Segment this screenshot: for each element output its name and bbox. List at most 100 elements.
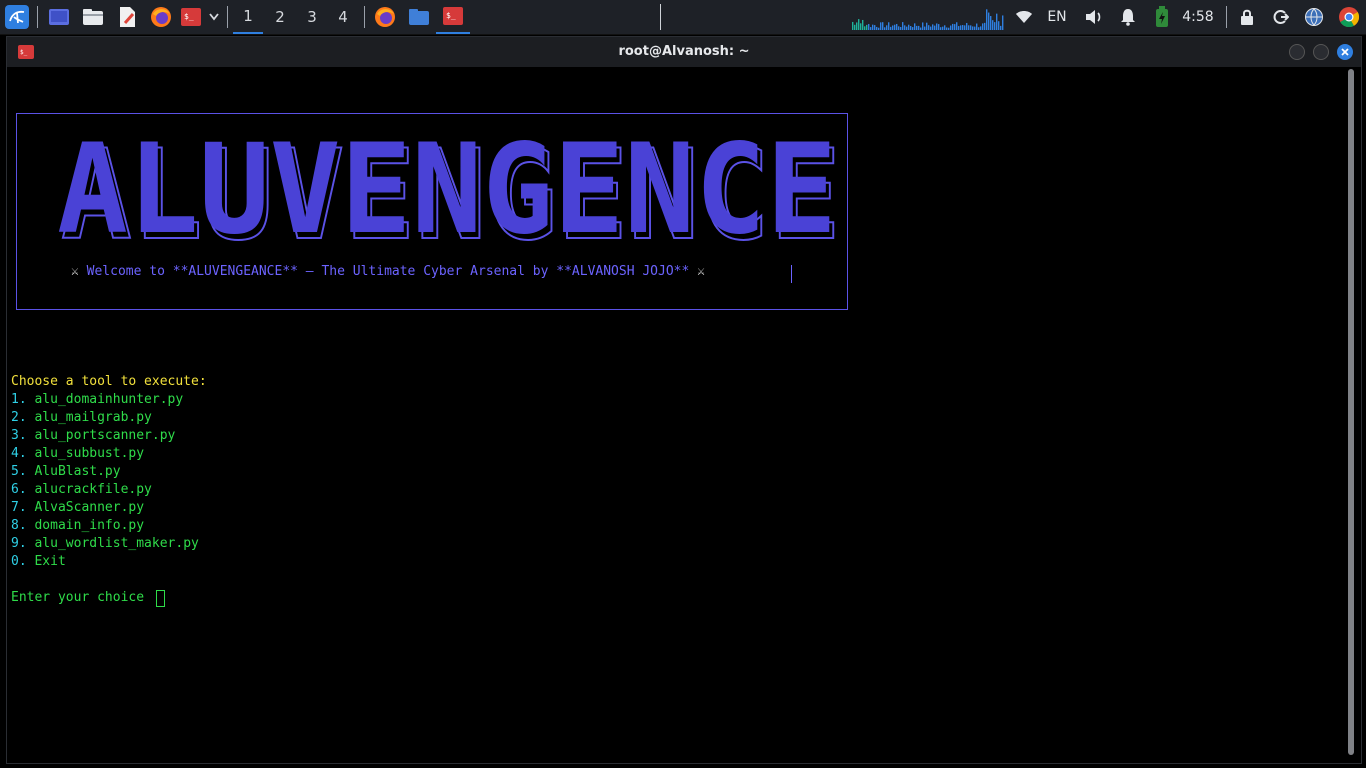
cpu-graph-bar (992, 20, 994, 30)
cpu-graph-bar (952, 23, 954, 30)
cpu-graph-bar (862, 19, 864, 30)
cpu-graph-bar (998, 21, 1000, 30)
terminal-icon: $_ (181, 8, 201, 26)
cpu-graph-bar (874, 25, 876, 30)
file-manager-launcher[interactable] (80, 0, 106, 34)
cpu-graph-bar (980, 26, 982, 30)
cpu-graph-bar (854, 24, 856, 30)
network-wifi-button[interactable] (1012, 0, 1036, 34)
chrome-icon (1339, 7, 1360, 28)
lock-screen-button[interactable] (1236, 0, 1258, 34)
battery-charging-icon (1156, 6, 1168, 27)
close-icon (1341, 48, 1349, 56)
volume-button[interactable] (1082, 0, 1106, 34)
input-prompt-label: Enter your choice (11, 590, 145, 605)
menu-item-number: 9. (11, 536, 27, 551)
cpu-graph-bar (972, 26, 974, 30)
battery-button[interactable] (1150, 0, 1174, 34)
menu-item-number: 2. (11, 410, 27, 425)
menu-item-number: 8. (11, 518, 27, 533)
cpu-graph-bar (994, 22, 996, 30)
clock[interactable]: 4:58 (1180, 0, 1216, 34)
cpu-graph-bar (884, 27, 886, 30)
cpu-graph-bar (978, 27, 980, 30)
maximize-button[interactable] (1313, 44, 1329, 60)
window-title: root@Alvanosh: ~ (618, 44, 750, 59)
menu-item-label: domain_info.py (34, 518, 145, 533)
task-file-manager[interactable] (406, 0, 432, 34)
cpu-graph-bar (974, 26, 976, 30)
cpu-graph-bar (946, 27, 948, 30)
terminal-scrollbar[interactable] (1348, 69, 1354, 755)
workspace-1[interactable]: 1 (233, 0, 263, 34)
cpu-graph-bar (924, 26, 926, 30)
cpu-graph-bar (888, 22, 890, 30)
menu-item[interactable]: 5. AluBlast.py (11, 463, 121, 481)
cpu-graph-bar (934, 25, 936, 30)
ascii-banner-art: ALUVENGENCE ALUVENGENCE (57, 118, 842, 269)
menu-prompt: Choose a tool to execute: (11, 374, 207, 389)
text-editor-launcher[interactable] (114, 0, 140, 34)
show-desktop-launcher[interactable] (46, 0, 72, 34)
folder-icon (83, 9, 103, 25)
terminal-cursor[interactable] (156, 590, 165, 607)
menu-item-number: 7. (11, 500, 27, 515)
lock-icon (1241, 9, 1253, 25)
task-terminal[interactable]: $_ (436, 0, 470, 34)
cpu-graph-bar (896, 23, 898, 30)
workspace-4[interactable]: 4 (328, 0, 358, 34)
menu-item[interactable]: 6. alucrackfile.py (11, 481, 152, 499)
cpu-graph-bar (912, 27, 914, 30)
taskbar-separator (227, 6, 228, 28)
cpu-graph-bar (984, 22, 986, 30)
kali-menu-button[interactable] (3, 0, 31, 34)
minimize-button[interactable] (1289, 44, 1305, 60)
cpu-graph-bar (914, 23, 916, 30)
terminal-launcher[interactable]: $_ (178, 0, 204, 34)
cpu-graph-bar (922, 22, 924, 30)
cpu-graph-bar (886, 25, 888, 30)
cpu-graph-bar (904, 25, 906, 30)
top-taskbar: $_ 1 2 3 4 $_ EN 4:58 (0, 0, 1366, 35)
menu-item[interactable]: 2. alu_mailgrab.py (11, 409, 152, 427)
cpu-graph-bar (930, 26, 932, 30)
firefox-icon (375, 7, 395, 27)
menu-item[interactable]: 1. alu_domainhunter.py (11, 391, 183, 409)
notifications-button[interactable] (1116, 0, 1140, 34)
cpu-graph-bar (976, 23, 978, 30)
browser-tray-button[interactable] (1302, 0, 1326, 34)
menu-item[interactable]: 3. alu_portscanner.py (11, 427, 175, 445)
cpu-graph-bar (962, 25, 964, 30)
cpu-graph-bar (908, 24, 910, 30)
firefox-launcher[interactable] (148, 0, 174, 34)
cpu-graph-bar (926, 22, 928, 30)
cpu-graph-bar (960, 25, 962, 30)
taskbar-separator (660, 4, 661, 30)
launcher-dropdown[interactable] (206, 0, 222, 34)
menu-item[interactable]: 8. domain_info.py (11, 517, 144, 535)
menu-item[interactable]: 7. AlvaScanner.py (11, 499, 144, 517)
menu-item[interactable]: 4. alu_subbust.py (11, 445, 144, 463)
input-prompt: Enter your choice (11, 589, 152, 607)
keyboard-layout[interactable]: EN (1042, 0, 1072, 34)
logout-button[interactable] (1270, 0, 1292, 34)
chrome-tray-button[interactable] (1336, 0, 1362, 34)
workspace-3[interactable]: 3 (297, 0, 327, 34)
cpu-graph-bar (964, 25, 966, 30)
cpu-graph-bar (858, 19, 860, 30)
cpu-graph (850, 0, 1006, 34)
close-button[interactable] (1337, 44, 1353, 60)
cpu-graph-bar (880, 22, 882, 30)
workspace-2[interactable]: 2 (265, 0, 295, 34)
menu-item[interactable]: 0. Exit (11, 553, 66, 571)
menu-item[interactable]: 9. alu_wordlist_maker.py (11, 535, 199, 553)
task-firefox[interactable] (372, 0, 398, 34)
menu-item-label: AlvaScanner.py (34, 500, 145, 515)
cpu-graph-bar (870, 27, 872, 30)
cpu-graph-bar (944, 25, 946, 30)
cpu-graph-bar (950, 25, 952, 30)
cpu-graph-bar (860, 23, 862, 30)
window-titlebar[interactable]: $_ root@Alvanosh: ~ (7, 37, 1361, 67)
menu-item-label: alu_wordlist_maker.py (34, 536, 199, 551)
terminal-output[interactable]: ALUVENGENCE ALUVENGENCE ⚔ Welcome to **A… (7, 67, 1347, 761)
